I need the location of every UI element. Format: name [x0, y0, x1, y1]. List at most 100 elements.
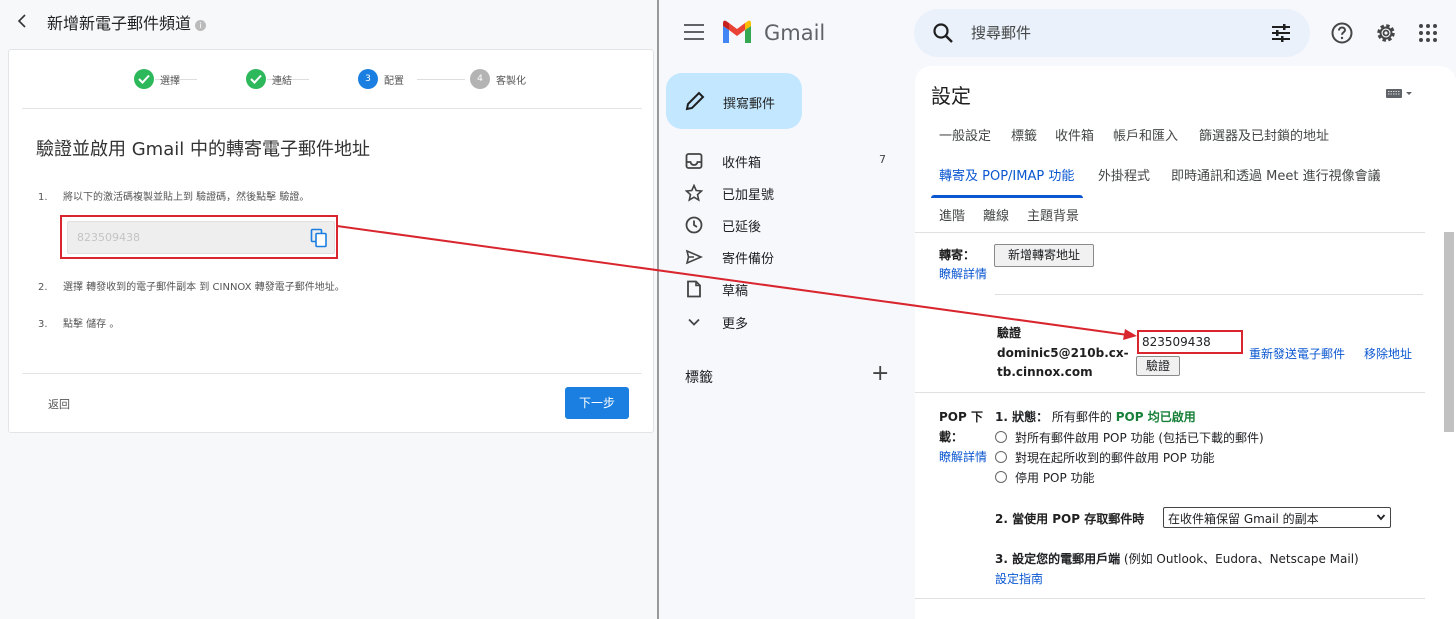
pop-radio-disable[interactable]: [995, 471, 1007, 483]
instruction-2: 2. 選擇 轉發收到的電子郵件副本 到 CINNOX 轉發電子郵件地址。: [38, 278, 345, 293]
gmail-logo-icon[interactable]: [721, 20, 753, 46]
tab-chat-meet[interactable]: 即時通訊和透過 Meet 進行視像會議: [1171, 165, 1381, 184]
instruction-number: 3.: [38, 319, 48, 330]
clock-icon: [685, 216, 703, 234]
gear-icon[interactable]: [1374, 21, 1398, 45]
pop-radio-all[interactable]: [995, 431, 1007, 443]
add-label-icon[interactable]: +: [871, 363, 889, 385]
remove-address-link[interactable]: 移除地址: [1364, 345, 1412, 362]
verify-button[interactable]: 驗證: [1136, 356, 1180, 376]
menu-icon[interactable]: [684, 24, 704, 40]
step-number: 3: [358, 69, 378, 89]
help-icon[interactable]: [1330, 21, 1354, 45]
step-label: 連結: [272, 75, 292, 87]
active-tab-indicator: [931, 195, 1083, 198]
pop-access-label: 2. 當使用 POP 存取郵件時: [995, 512, 1145, 526]
wizard-title: 新增新電子郵件頻道 i: [47, 13, 207, 35]
add-forwarding-address-button[interactable]: 新增轉寄地址: [994, 244, 1094, 267]
nav-item-drafts[interactable]: 草稿: [659, 273, 899, 305]
info-icon[interactable]: i: [195, 20, 207, 31]
compose-label: 撰寫郵件: [723, 97, 776, 112]
apps-grid-icon[interactable]: [1418, 23, 1438, 43]
back-button[interactable]: 返回: [48, 396, 70, 412]
verify-address-line2: tb.cinnox.com: [997, 365, 1093, 379]
divider: [915, 598, 1425, 599]
tab-general[interactable]: 一般設定: [939, 125, 991, 144]
pop-access-select[interactable]: 在收件箱保留 Gmail 的副本: [1163, 507, 1391, 528]
step-number: 4: [470, 69, 490, 89]
tab-advanced[interactable]: 進階: [939, 205, 965, 224]
nav-item-inbox[interactable]: 收件箱 7: [659, 145, 899, 177]
cinnox-channel-wizard: 新增新電子郵件頻道 i 選擇 連結 3 配置 4 客製化 驗證並啟用 Gmail…: [0, 0, 657, 619]
nav-item-more[interactable]: 更多: [659, 306, 899, 338]
instruction-1: 1. 將以下的激活碼複製並貼上到 驗證碼，然後點擊 驗證。: [38, 188, 309, 203]
nav-label: 寄件備份: [722, 252, 775, 267]
instruction-text: 點擊 儲存 。: [63, 319, 120, 330]
nav-item-starred[interactable]: 已加星號: [659, 177, 899, 209]
wizard-card: 選擇 連結 3 配置 4 客製化 驗證並啟用 Gmail 中的轉寄電子郵件地址 …: [8, 49, 654, 433]
pop-status-enabled: POP 均已啟用: [1115, 410, 1196, 424]
nav-label: 草稿: [722, 284, 749, 299]
resend-email-link[interactable]: 重新發送電子郵件: [1249, 345, 1345, 362]
step-configure: 3 配置: [358, 69, 404, 89]
tab-forwarding[interactable]: 轉寄及 POP/IMAP 功能: [939, 165, 1074, 184]
instruction-3: 3. 點擊 儲存 。: [38, 315, 119, 330]
scrollbar-thumb[interactable]: [1444, 232, 1454, 432]
gmail-window: Gmail 搜尋郵件 撰寫郵件 收件箱 7 已加星號 已延後 寄件備份 草稿 更…: [659, 0, 1456, 619]
nav-item-snoozed[interactable]: 已延後: [659, 209, 899, 241]
pencil-icon: [684, 90, 706, 112]
pop-status-prefix: 1. 狀態：: [995, 410, 1049, 424]
tab-inbox[interactable]: 收件箱: [1055, 125, 1094, 144]
send-icon: [685, 248, 704, 266]
back-arrow-icon[interactable]: [17, 13, 33, 33]
client-config: 3. 設定您的電郵用戶端 (例如 Outlook、Eudora、Netscape…: [995, 550, 1359, 567]
tab-accounts[interactable]: 帳戶和匯入: [1113, 125, 1178, 144]
draft-icon: [685, 280, 703, 298]
step-label: 選擇: [160, 75, 180, 87]
nav-item-sent[interactable]: 寄件備份: [659, 241, 899, 273]
keyboard-icon[interactable]: [1385, 84, 1413, 98]
client-examples: (例如 Outlook、Eudora、Netscape Mail): [1123, 552, 1359, 566]
instruction-number: 1.: [38, 192, 48, 203]
pop-option-label: 停用 POP 功能: [1015, 471, 1095, 485]
unread-count: 7: [879, 153, 886, 166]
search-options-icon[interactable]: [1270, 23, 1292, 43]
gmail-wordmark: Gmail: [764, 21, 826, 45]
client-config-label: 3. 設定您的電郵用戶端: [995, 552, 1121, 566]
stepper: 選擇 連結 3 配置 4 客製化: [9, 50, 655, 108]
tab-themes[interactable]: 主題背景: [1027, 205, 1079, 224]
pop-learn-more-link[interactable]: 瞭解詳情: [939, 448, 987, 465]
search-input[interactable]: 搜尋郵件: [971, 22, 1031, 43]
star-icon: [684, 183, 704, 202]
highlight-box: [60, 215, 338, 259]
check-icon: [134, 69, 154, 89]
card-title: 驗證並啟用 Gmail 中的轉寄電子郵件地址: [36, 139, 370, 160]
step-connector: [417, 79, 465, 80]
compose-button[interactable]: 撰寫郵件: [666, 73, 802, 129]
tab-filters[interactable]: 篩選器及已封鎖的地址: [1199, 125, 1329, 144]
step-label: 客製化: [496, 75, 526, 87]
search-icon[interactable]: [932, 22, 954, 44]
search-bar[interactable]: 搜尋郵件: [914, 9, 1310, 57]
nav-label: 已加星號: [722, 188, 775, 203]
verify-label: 驗證: [997, 326, 1022, 340]
tab-addons[interactable]: 外掛程式: [1098, 165, 1150, 184]
pop-radio-from-now[interactable]: [995, 451, 1007, 463]
wizard-title-text: 新增新電子郵件頻道: [47, 14, 192, 33]
verify-address-line1: dominic5@210b.cx-: [997, 346, 1129, 360]
pop-access-value: 在收件箱保留 Gmail 的副本: [1168, 512, 1319, 526]
tab-offline[interactable]: 離線: [983, 205, 1009, 224]
setup-guide-link[interactable]: 設定指南: [995, 570, 1043, 587]
divider: [995, 294, 1423, 295]
verification-code-input[interactable]: 823509438: [1137, 330, 1243, 354]
wizard-header: 新增新電子郵件頻道 i: [0, 0, 657, 48]
tab-labels[interactable]: 標籤: [1011, 125, 1037, 144]
pop-option-label: 對現在起所收到的郵件啟用 POP 功能: [1015, 451, 1215, 465]
nav-label: 收件箱: [722, 156, 762, 171]
learn-more-link[interactable]: 瞭解詳情: [939, 265, 987, 282]
step-connect: 連結: [246, 69, 292, 89]
step-customize: 4 客製化: [470, 69, 526, 89]
next-button[interactable]: 下一步: [565, 387, 629, 419]
instruction-text: 將以下的激活碼複製並貼上到 驗證碼，然後點擊 驗證。: [63, 192, 310, 203]
pop-status: 1. 狀態： 所有郵件的 POP 均已啟用: [995, 408, 1196, 425]
